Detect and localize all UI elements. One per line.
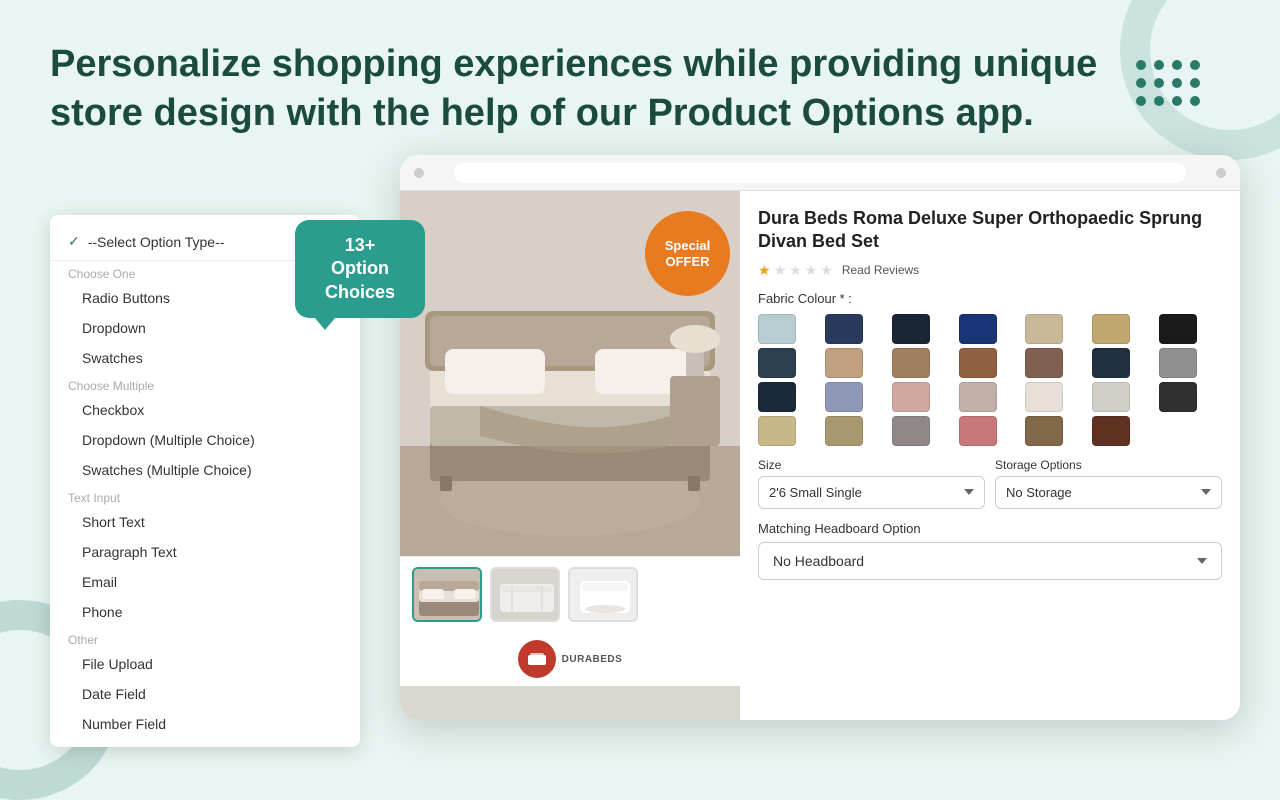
size-select[interactable]: 2'6 Small Single — [758, 476, 985, 509]
size-option-group: Size 2'6 Small Single — [758, 458, 985, 509]
menu-item-short-text[interactable]: Short Text — [50, 507, 360, 537]
star-2: ★ — [774, 262, 787, 279]
category-choose-multiple: Choose Multiple — [50, 373, 360, 395]
menu-item-swatches-multiple[interactable]: Swatches (Multiple Choice) — [50, 455, 360, 485]
thumbnail-2[interactable] — [490, 567, 560, 622]
swatch-11[interactable] — [1025, 348, 1063, 378]
option-choices-tooltip: 13+ Option Choices — [295, 220, 425, 318]
headline: Personalize shopping experiences while p… — [50, 40, 1110, 139]
swatch-23[interactable] — [892, 416, 930, 446]
swatch-14[interactable] — [758, 382, 796, 412]
star-3: ★ — [789, 262, 802, 279]
dots-decoration — [1136, 60, 1200, 106]
storage-option-group: Storage Options No Storage — [995, 458, 1222, 509]
size-label: Size — [758, 458, 985, 472]
badge-line1: Special — [665, 238, 711, 254]
swatch-26[interactable] — [1092, 416, 1130, 446]
thumb-img-2 — [492, 569, 558, 620]
swatch-5[interactable] — [1092, 314, 1130, 344]
size-storage-options: Size 2'6 Small Single Storage Options No… — [758, 458, 1222, 509]
selected-label: --Select Option Type-- — [88, 234, 225, 250]
swatch-12[interactable] — [1092, 348, 1130, 378]
product-page: Special OFFER — [400, 191, 1240, 720]
storage-label: Storage Options — [995, 458, 1222, 472]
browser-url-bar — [454, 163, 1186, 183]
read-reviews-link[interactable]: Read Reviews — [842, 263, 919, 277]
swatch-4[interactable] — [1025, 314, 1063, 344]
browser-dot-1 — [414, 168, 424, 178]
headboard-label: Matching Headboard Option — [758, 521, 1222, 536]
brand-logo-icon — [518, 640, 556, 678]
swatch-13[interactable] — [1159, 348, 1197, 378]
menu-item-dropdown-multiple[interactable]: Dropdown (Multiple Choice) — [50, 425, 360, 455]
checkmark-icon: ✓ — [68, 233, 80, 250]
swatch-grid-row1 — [758, 314, 1222, 344]
swatch-3[interactable] — [959, 314, 997, 344]
headboard-select[interactable]: No Headboard — [758, 542, 1222, 580]
product-thumbnails — [400, 556, 740, 632]
menu-item-number-field[interactable]: Number Field — [50, 709, 360, 739]
swatch-22[interactable] — [825, 416, 863, 446]
headboard-section: Matching Headboard Option No Headboard — [758, 521, 1222, 580]
category-text-input: Text Input — [50, 485, 360, 507]
thumb-img-3 — [570, 569, 636, 620]
star-1: ★ — [758, 262, 771, 279]
product-image-area: Special OFFER — [400, 191, 740, 720]
swatch-grid-row3 — [758, 382, 1222, 412]
fabric-label: Fabric Colour * : — [758, 291, 1222, 306]
swatch-grid-row4 — [758, 416, 1222, 446]
product-main-image: Special OFFER — [400, 191, 740, 556]
swatch-8[interactable] — [825, 348, 863, 378]
swatch-2[interactable] — [892, 314, 930, 344]
swatch-10[interactable] — [959, 348, 997, 378]
storage-select[interactable]: No Storage — [995, 476, 1222, 509]
category-other: Other — [50, 627, 360, 649]
swatch-1[interactable] — [825, 314, 863, 344]
thumb-img-1 — [414, 569, 480, 620]
brand-name: DURABEDS — [562, 654, 623, 665]
menu-item-paragraph-text[interactable]: Paragraph Text — [50, 537, 360, 567]
swatch-0[interactable] — [758, 314, 796, 344]
menu-item-date-field[interactable]: Date Field — [50, 679, 360, 709]
star-rating: ★ ★ ★ ★ ★ Read Reviews — [758, 262, 1222, 279]
browser-dot-2 — [1216, 168, 1226, 178]
swatch-20[interactable] — [1159, 382, 1197, 412]
swatch-18[interactable] — [1025, 382, 1063, 412]
product-info: Dura Beds Roma Deluxe Super Orthopaedic … — [740, 191, 1240, 720]
brand-logo-area: DURABEDS — [400, 632, 740, 686]
star-5: ★ — [820, 262, 833, 279]
star-4: ★ — [805, 262, 818, 279]
badge-line2: OFFER — [665, 254, 709, 270]
tooltip-label: 13+ Option Choices — [325, 235, 395, 302]
thumbnail-1[interactable] — [412, 567, 482, 622]
menu-item-phone[interactable]: Phone — [50, 597, 360, 627]
swatch-15[interactable] — [825, 382, 863, 412]
tablet-frame: Special OFFER — [400, 155, 1240, 720]
swatch-17[interactable] — [959, 382, 997, 412]
swatch-9[interactable] — [892, 348, 930, 378]
swatch-24[interactable] — [959, 416, 997, 446]
swatch-19[interactable] — [1092, 382, 1130, 412]
menu-item-checkbox[interactable]: Checkbox — [50, 395, 360, 425]
product-title: Dura Beds Roma Deluxe Super Orthopaedic … — [758, 207, 1222, 254]
headline-line2: store design with the help of our Produc… — [50, 92, 1034, 134]
swatch-7[interactable] — [758, 348, 796, 378]
special-offer-badge: Special OFFER — [645, 211, 730, 296]
swatch-6[interactable] — [1159, 314, 1197, 344]
browser-bar — [400, 155, 1240, 191]
fabric-section: Fabric Colour * : — [758, 291, 1222, 446]
menu-item-swatches[interactable]: Swatches — [50, 343, 360, 373]
swatch-grid-row2 — [758, 348, 1222, 378]
menu-item-email[interactable]: Email — [50, 567, 360, 597]
headline-line1: Personalize shopping experiences while p… — [50, 43, 1097, 85]
swatch-25[interactable] — [1025, 416, 1063, 446]
menu-item-file-upload[interactable]: File Upload — [50, 649, 360, 679]
thumbnail-3[interactable] — [568, 567, 638, 622]
swatch-16[interactable] — [892, 382, 930, 412]
swatch-21[interactable] — [758, 416, 796, 446]
